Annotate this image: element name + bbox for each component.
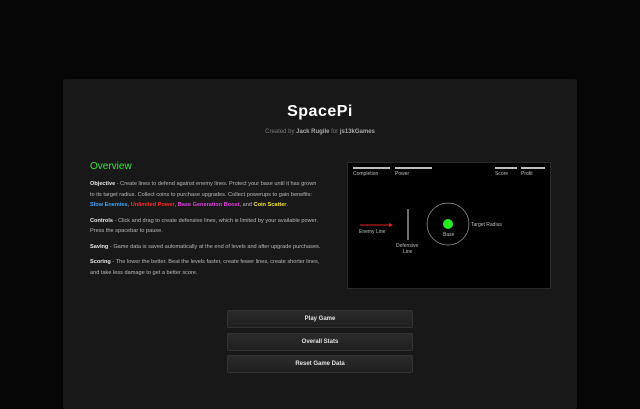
event-name: js13kGames	[339, 129, 375, 135]
separator: , and	[239, 202, 254, 208]
overview-section: Overview Objective - Create lines to def…	[90, 161, 322, 283]
target-radius-label: Target Radius	[471, 222, 502, 228]
objective-text: - Create lines to defend against enemy l…	[90, 181, 317, 198]
completion-bar	[353, 167, 390, 169]
saving-label: Saving	[90, 243, 109, 250]
controls-paragraph: Controls - Click and drag to create defe…	[90, 216, 322, 237]
credit-line: Created by Jack Rugile for js13kGames	[63, 129, 577, 135]
hud-power-label: Power	[395, 171, 410, 177]
play-game-button[interactable]: Play Game	[227, 310, 413, 328]
powerup-coin-scatter: Coin Scatter	[253, 202, 287, 208]
saving-text: - Game data is saved automatically at th…	[108, 243, 321, 250]
diagram-svg: Completion Power Score Profit Enemy Line…	[353, 167, 545, 255]
hud-profit-label: Profit	[521, 171, 533, 177]
defensive-line-label-2: Line	[403, 249, 413, 255]
scoring-label: Scoring	[90, 259, 111, 265]
credit-prefix: Created by	[265, 129, 295, 135]
base-label: Base	[443, 232, 455, 238]
powerup-slow-enemies: Slow Enemies	[90, 202, 128, 208]
base-circle	[443, 219, 453, 229]
score-bar	[495, 167, 517, 169]
hud-completion-label: Completion	[353, 171, 379, 177]
powerup-base-generation-boost: Base Generation Boost	[177, 202, 240, 208]
enemy-line-label: Enemy Line	[359, 229, 386, 235]
scoring-text: - The lower the better. Beat the levels …	[90, 259, 320, 276]
overall-stats-button[interactable]: Overall Stats	[227, 333, 413, 351]
scoring-paragraph: Scoring - The lower the better. Beat the…	[90, 257, 322, 278]
objective-paragraph: Objective - Create lines to defend again…	[90, 179, 322, 211]
period: .	[286, 202, 289, 208]
controls-label: Controls	[90, 217, 113, 224]
overview-heading: Overview	[90, 161, 132, 172]
enemy-arrow-icon	[389, 223, 393, 227]
main-panel: SpacePi Created by Jack Rugile for js13k…	[63, 79, 577, 409]
author-name: Jack Rugile	[296, 129, 330, 135]
objective-label: Objective	[90, 181, 116, 187]
controls-text: - Click and drag to create defensive lin…	[90, 217, 318, 235]
hud-score-label: Score	[495, 171, 508, 177]
credit-mid: for	[331, 129, 339, 135]
saving-paragraph: Saving - Game data is saved automaticall…	[90, 242, 322, 253]
power-bar	[395, 167, 432, 169]
gameplay-diagram: Completion Power Score Profit Enemy Line…	[347, 162, 551, 289]
reset-game-data-button[interactable]: Reset Game Data	[227, 355, 413, 373]
game-title: SpacePi	[287, 103, 353, 120]
powerup-unlimited-power: Unlimited Power	[130, 202, 175, 208]
profit-bar	[521, 167, 545, 169]
